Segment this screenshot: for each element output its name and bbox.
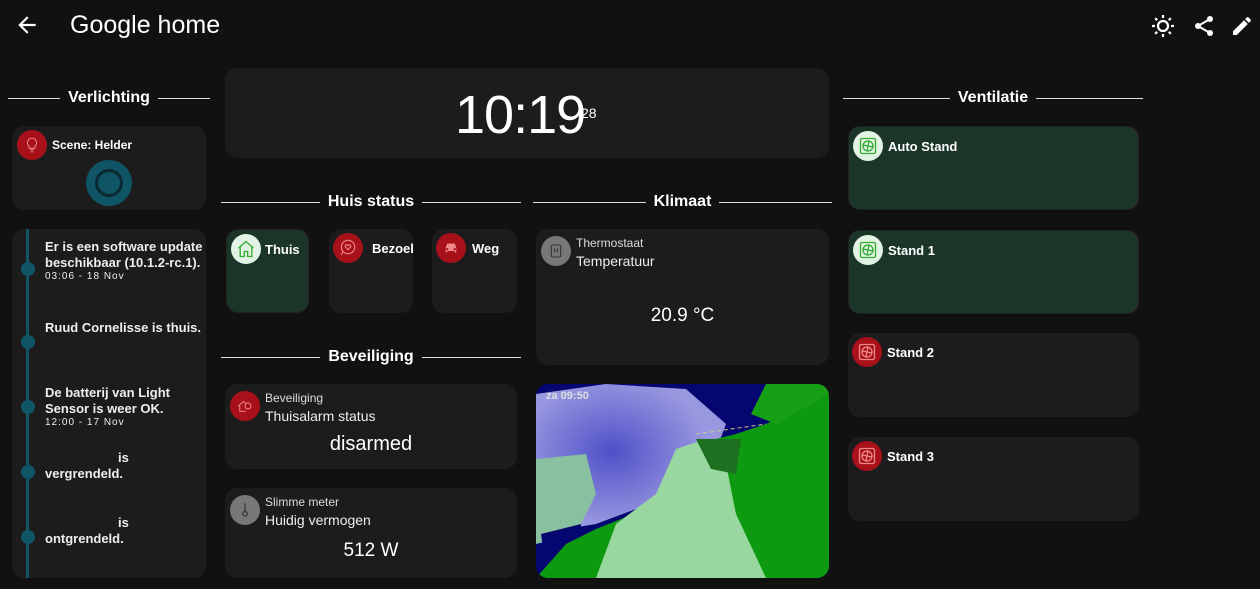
ventilation-button[interactable]: Stand 1 — [848, 230, 1139, 314]
log-entry: Er is een software update beschikbaar (1… — [45, 239, 203, 282]
logbook-card: Er is een software update beschikbaar (1… — [12, 229, 206, 578]
scene-card[interactable]: Scene: Helder — [12, 126, 206, 210]
rain-radar-map[interactable]: za 09:50 — [536, 384, 829, 578]
ventilation-button[interactable]: Stand 2 — [848, 333, 1139, 417]
ventilation-heading: Ventilatie — [843, 89, 1143, 107]
house-button-weg[interactable]: Weg — [432, 229, 517, 313]
alarm-card[interactable]: Beveiliging Thuisalarm status disarmed — [225, 384, 517, 469]
radar-timestamp: za 09:50 — [546, 390, 589, 402]
ventilation-button[interactable]: Auto Stand — [848, 126, 1139, 210]
car-icon — [436, 233, 466, 263]
log-entry: is ontgrendeld. — [45, 515, 129, 546]
house-button-bezoek[interactable]: Bezoek — [329, 229, 413, 313]
chat-heart-icon — [333, 233, 363, 263]
page-title: Google home — [70, 11, 221, 39]
home-alarm-icon — [230, 391, 260, 421]
edit-button[interactable] — [1230, 14, 1254, 43]
lightbulb-icon — [17, 130, 47, 160]
back-button[interactable] — [14, 12, 40, 38]
fan-icon — [852, 441, 882, 471]
fan-icon — [852, 337, 882, 367]
fan-icon — [853, 235, 883, 265]
pencil-icon — [1233, 16, 1251, 35]
lighting-heading: Verlichting — [8, 89, 211, 107]
meter-card[interactable]: Slimme meter Huidig vermogen 512 W — [225, 488, 517, 578]
clock-seconds: 28 — [581, 105, 597, 121]
share-button[interactable] — [1192, 14, 1216, 43]
thermostat-card[interactable]: Thermostaat Temperatuur 20.9 °C — [536, 229, 829, 365]
scene-label: Scene: Helder — [52, 138, 133, 152]
climate-heading: Klimaat — [533, 193, 833, 211]
log-entry: Ruud Cornelisse is thuis. — [45, 320, 202, 335]
clock-card: 10:19 28 — [225, 68, 829, 158]
log-entry: is vergrendeld. — [45, 450, 129, 481]
arrow-left-icon — [18, 16, 36, 34]
sun-icon — [1152, 15, 1174, 37]
log-entry: De batterij van Light Sensor is weer OK.… — [45, 385, 170, 428]
temperature-value: 20.9 °C — [650, 305, 715, 326]
home-icon — [231, 234, 261, 264]
house-heading: Huis status — [221, 193, 521, 211]
meter-icon — [230, 495, 260, 525]
alarm-state: disarmed — [329, 433, 413, 455]
power-value: 512 W — [343, 540, 399, 561]
clock-time: 10:19 — [455, 85, 586, 145]
thermostat-icon — [541, 236, 571, 266]
radar-image — [536, 384, 829, 578]
scene-toggle[interactable] — [86, 160, 132, 206]
share-icon — [1195, 16, 1213, 36]
security-heading: Beveiliging — [221, 348, 522, 366]
house-button-thuis[interactable]: Thuis — [226, 229, 309, 313]
ventilation-button[interactable]: Stand 3 — [848, 437, 1139, 521]
theme-button[interactable] — [1151, 14, 1175, 43]
fan-icon — [853, 131, 883, 161]
